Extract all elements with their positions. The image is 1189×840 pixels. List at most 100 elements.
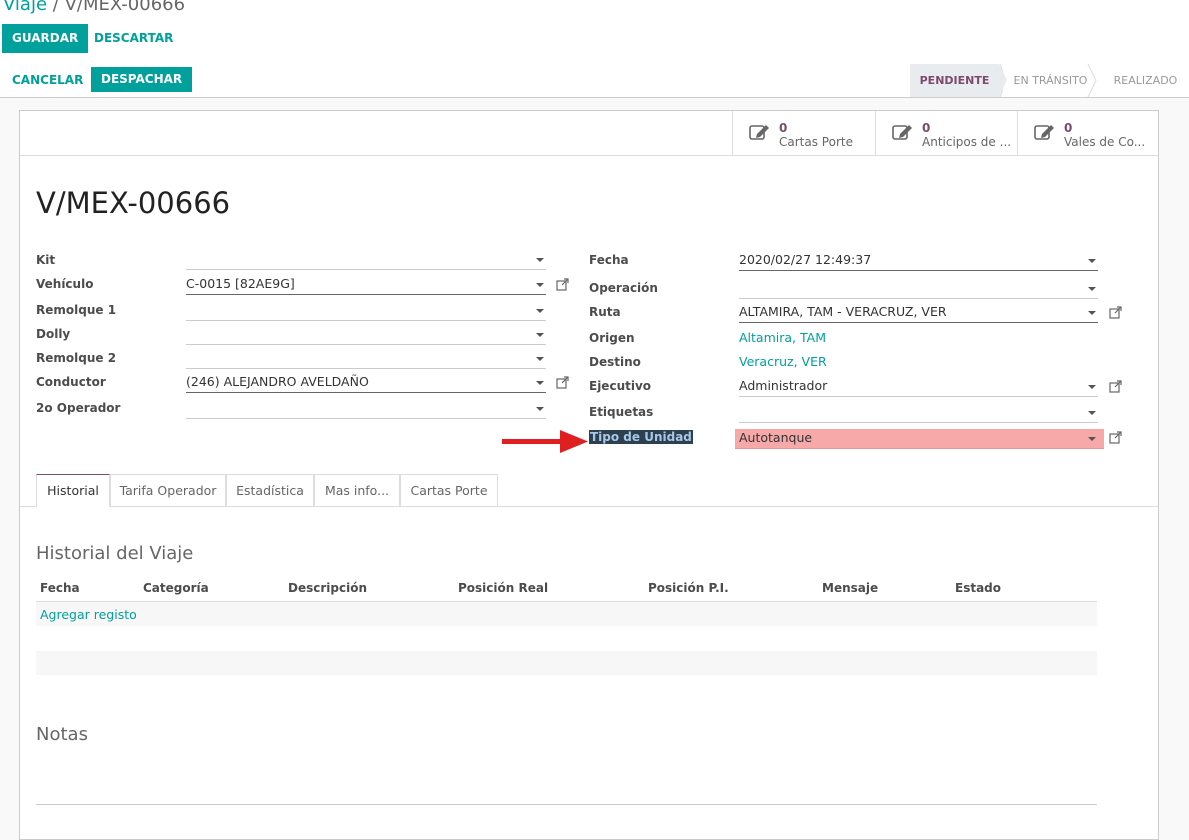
tab-cartas-porte[interactable]: Cartas Porte [400, 474, 498, 506]
tab-mas-info[interactable]: Mas info... [314, 474, 400, 506]
dolly-field[interactable] [186, 325, 546, 345]
external-link-icon[interactable] [1109, 431, 1122, 444]
dropdown-caret-icon [1088, 437, 1096, 441]
save-button[interactable]: GUARDAR [2, 24, 89, 53]
dropdown-caret-icon [536, 283, 544, 287]
dropdown-caret-icon [536, 258, 544, 262]
field-label-dolly: Dolly [36, 327, 71, 341]
control-panel: Viaje / V/MEX-00666 GUARDAR DESCARTAR [0, 0, 1189, 65]
stage-arrow [999, 64, 1007, 97]
field-label-origen: Origen [589, 331, 635, 345]
dropdown-caret-icon [1088, 259, 1096, 263]
external-link-icon[interactable] [1109, 306, 1122, 319]
form-sheet: 0 Cartas Porte 0 Anticipos de ... 0 Vale… [19, 110, 1159, 840]
smart-count: 0 [779, 121, 788, 135]
chevron-right-icon [1087, 64, 1097, 97]
tab-estadistica[interactable]: Estadística [226, 474, 314, 506]
breadcrumb-parent[interactable]: Viaje [3, 0, 47, 15]
table-row [36, 651, 1097, 675]
smart-label: Anticipos de ... [922, 135, 1012, 149]
ruta-field[interactable]: ALTAMIRA, TAM - VERACRUZ, VER [739, 303, 1098, 323]
field-label-2o-operador: 2o Operador [36, 401, 121, 415]
table-row [36, 602, 1097, 626]
add-line-link[interactable]: Agregar registo [40, 607, 137, 622]
field-label-remolque2: Remolque 2 [36, 351, 117, 365]
destino-link[interactable]: Veracruz, VER [739, 354, 827, 369]
dropdown-caret-icon [1088, 385, 1096, 389]
external-link-icon[interactable] [556, 376, 569, 389]
status-bar: CANCELAR DESPACHAR PENDIENTE EN TRÁNSITO… [0, 64, 1189, 98]
edit-icon [749, 125, 769, 140]
dropdown-caret-icon [536, 357, 544, 361]
edit-icon [1034, 125, 1054, 140]
field-label-conductor: Conductor [36, 375, 106, 389]
2o-operador-field[interactable] [186, 399, 546, 419]
external-link-icon[interactable] [1109, 380, 1122, 393]
field-label-tipo-unidad: Tipo de Unidad [589, 430, 693, 444]
dropdown-caret-icon [1088, 411, 1096, 415]
field-label-remolque1: Remolque 1 [36, 303, 117, 317]
column-header[interactable]: Fecha [40, 581, 80, 595]
record-title: V/MEX-00666 [36, 186, 231, 220]
external-link-icon[interactable] [556, 278, 569, 291]
column-header[interactable]: Posición P.I. [648, 581, 729, 595]
red-arrow-annotation [502, 430, 588, 453]
edit-icon [892, 125, 912, 140]
breadcrumb-separator: / [52, 0, 59, 15]
operacion-field[interactable] [739, 279, 1098, 299]
column-header[interactable]: Mensaje [822, 581, 878, 595]
notes-field[interactable] [36, 804, 1097, 805]
dropdown-caret-icon [536, 333, 544, 337]
dropdown-caret-icon [536, 381, 544, 385]
field-label-vehiculo: Vehículo [36, 277, 94, 291]
stage-en-transito[interactable]: EN TRÁNSITO [1003, 64, 1098, 97]
vales-smart-button[interactable]: 0 Vales de Co... [1017, 111, 1158, 155]
origen-link[interactable]: Altamira, TAM [739, 330, 826, 345]
field-label-fecha: Fecha [589, 253, 629, 267]
anticipos-smart-button[interactable]: 0 Anticipos de ... [875, 111, 1017, 155]
button-box: 0 Cartas Porte 0 Anticipos de ... 0 Vale… [20, 111, 1158, 156]
field-label-operacion: Operación [589, 281, 658, 295]
stage-label: EN TRÁNSITO [1013, 74, 1088, 87]
dispatch-button[interactable]: DESPACHAR [91, 67, 193, 92]
field-label-etiquetas: Etiquetas [589, 405, 654, 419]
column-header[interactable]: Descripción [288, 581, 367, 595]
vehiculo-field[interactable]: C-0015 [82AE9G] [186, 275, 546, 295]
remolque2-field[interactable] [186, 349, 546, 369]
smart-label: Vales de Co... [1064, 135, 1146, 149]
cancel-button[interactable]: CANCELAR [2, 66, 93, 95]
conductor-field[interactable]: (246) ALEJANDRO AVELDAÑO [186, 373, 546, 393]
field-label-ruta: Ruta [589, 305, 621, 319]
breadcrumb-current: V/MEX-00666 [64, 0, 186, 15]
fecha-field[interactable]: 2020/02/27 12:49:37 [739, 251, 1098, 271]
history-title: Historial del Viaje [36, 543, 194, 564]
stage-pendiente[interactable]: PENDIENTE [910, 64, 1007, 97]
stage-realizado[interactable]: REALIZADO [1102, 64, 1189, 97]
dropdown-caret-icon [536, 309, 544, 313]
column-header[interactable]: Posición Real [458, 581, 548, 595]
dropdown-caret-icon [1088, 287, 1096, 291]
smart-label: Cartas Porte [779, 135, 853, 149]
notes-title: Notas [36, 724, 88, 745]
stage-label: PENDIENTE [919, 74, 990, 87]
column-header[interactable]: Estado [955, 581, 1001, 595]
cartas-porte-smart-button[interactable]: 0 Cartas Porte [732, 111, 875, 155]
field-label-kit: Kit [36, 253, 56, 267]
dropdown-caret-icon [1088, 311, 1096, 315]
column-header[interactable]: Categoría [143, 581, 209, 595]
field-label-ejecutivo: Ejecutivo [589, 379, 652, 393]
smart-count: 0 [1064, 121, 1073, 135]
remolque1-field[interactable] [186, 301, 546, 321]
kit-field[interactable] [186, 250, 546, 270]
etiquetas-field[interactable] [739, 403, 1098, 423]
dropdown-caret-icon [536, 407, 544, 411]
tab-historial[interactable]: Historial [36, 474, 110, 507]
discard-button[interactable]: DESCARTAR [84, 24, 183, 53]
breadcrumb: Viaje / V/MEX-00666 [3, 0, 185, 15]
tab-tarifa-operador[interactable]: Tarifa Operador [110, 474, 226, 506]
tipo-unidad-field[interactable]: Autotanque [735, 429, 1104, 449]
smart-count: 0 [922, 121, 931, 135]
field-label-destino: Destino [589, 355, 641, 369]
ejecutivo-field[interactable]: Administrador [739, 377, 1098, 397]
stage-label: REALIZADO [1113, 74, 1178, 87]
